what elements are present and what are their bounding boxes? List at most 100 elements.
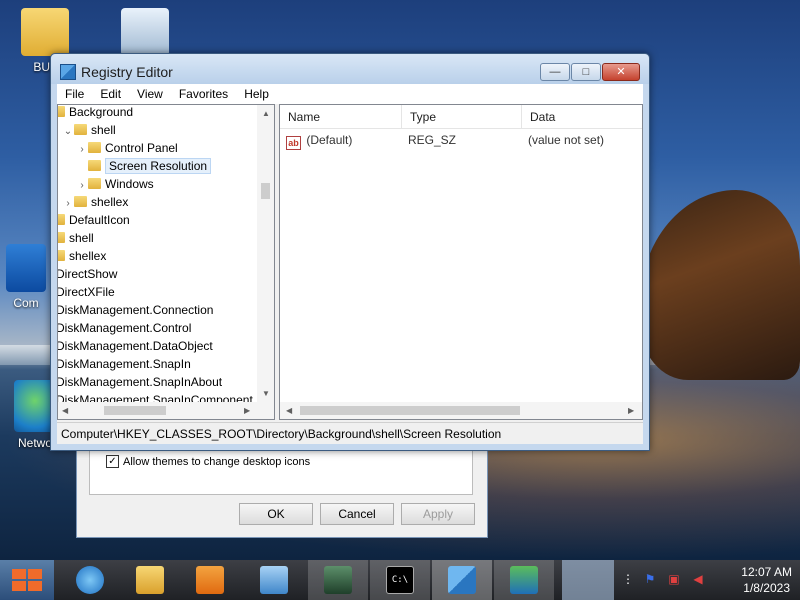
ok-button[interactable]: OK bbox=[239, 503, 313, 525]
tree-item-label: DiskManagement.Control bbox=[57, 321, 192, 335]
values-hscroll-thumb[interactable] bbox=[300, 406, 520, 415]
tree-item[interactable]: DirectShow bbox=[57, 265, 118, 283]
tree-item-label: shell bbox=[91, 123, 116, 137]
expand-toggle-icon[interactable]: ⌄ bbox=[62, 123, 74, 141]
folder-icon bbox=[74, 124, 87, 135]
tree-scroll-thumb[interactable] bbox=[261, 183, 270, 199]
column-header-name[interactable]: Name bbox=[280, 105, 402, 129]
allow-themes-checkbox[interactable]: ✓ bbox=[106, 455, 119, 468]
folder-icon bbox=[88, 142, 101, 153]
menu-favorites[interactable]: Favorites bbox=[171, 84, 236, 104]
tree-item-label: Screen Resolution bbox=[105, 158, 212, 174]
scroll-left-icon[interactable]: ◀ bbox=[286, 406, 292, 415]
tree-item[interactable]: DiskManagement.Connection bbox=[58, 301, 213, 319]
apply-button[interactable]: Apply bbox=[401, 503, 475, 525]
taskbar-registry-editor[interactable] bbox=[432, 560, 492, 600]
action-center-flag-icon[interactable]: ⚑ bbox=[642, 572, 658, 588]
scroll-up-icon[interactable]: ▲ bbox=[262, 109, 270, 118]
expand-toggle-icon[interactable]: › bbox=[76, 141, 88, 159]
scroll-right-icon[interactable]: ▶ bbox=[244, 406, 250, 415]
tree-item[interactable]: shellex bbox=[58, 247, 107, 265]
folder-icon bbox=[88, 160, 101, 171]
folder-icon bbox=[58, 106, 65, 117]
tree-item[interactable]: › shellex bbox=[62, 193, 128, 211]
tree-item-label: Windows bbox=[105, 177, 154, 191]
taskbar-media-player[interactable] bbox=[180, 560, 240, 600]
minimize-button[interactable]: — bbox=[540, 63, 570, 81]
taskbar-display-settings[interactable] bbox=[494, 560, 554, 600]
tree-item[interactable]: DiskManagement.SnapInAbout bbox=[57, 373, 223, 391]
title-bar[interactable]: Registry Editor — □ ✕ bbox=[51, 54, 649, 84]
tree-item[interactable]: DiskManagement.DataObject bbox=[57, 337, 213, 355]
tree-item-label: DiskManagement.SnapIn bbox=[57, 357, 191, 371]
tree-item[interactable]: › Control Panel bbox=[76, 139, 178, 159]
tree-hscroll-thumb[interactable] bbox=[104, 406, 166, 415]
expand-toggle-icon[interactable]: › bbox=[62, 195, 74, 213]
tree-item[interactable]: DiskManagement.SnapIn bbox=[57, 355, 191, 373]
taskbar-task-manager[interactable] bbox=[308, 560, 368, 600]
scroll-left-icon[interactable]: ◀ bbox=[62, 406, 68, 415]
network-icon[interactable]: ▣ bbox=[666, 572, 682, 588]
recycle-bin-icon bbox=[121, 8, 169, 56]
value-type: REG_SZ bbox=[408, 133, 457, 147]
tree-item-label: shellex bbox=[91, 195, 129, 209]
tree-vertical-scrollbar[interactable]: ▲ ▼ bbox=[257, 105, 274, 403]
menu-edit[interactable]: Edit bbox=[92, 84, 129, 104]
media-player-icon bbox=[196, 566, 224, 594]
status-bar-path: Computer\HKEY_CLASSES_ROOT\Directory\Bac… bbox=[57, 422, 643, 444]
tree-item[interactable]: › Windows bbox=[76, 175, 154, 195]
taskbar-internet-explorer[interactable] bbox=[60, 560, 120, 600]
windows-logo-icon bbox=[12, 569, 42, 591]
tree-item-label: Control Panel bbox=[105, 141, 178, 155]
command-prompt-icon: C:\ bbox=[386, 566, 414, 594]
tree-item-label: DirectXFile bbox=[57, 285, 115, 299]
taskbar: C:\ ⋮ ⚑ ▣ ◀ 12:07 AM 1/8/2023 bbox=[0, 560, 800, 600]
menu-file[interactable]: File bbox=[57, 84, 92, 104]
tree-item-label: DirectShow bbox=[57, 267, 118, 281]
tree-item[interactable]: Background bbox=[58, 105, 133, 121]
tree-item[interactable]: DirectXFile bbox=[57, 283, 115, 301]
taskbar-control-panel[interactable] bbox=[244, 560, 304, 600]
folder-icon bbox=[74, 196, 87, 207]
tree-item-label: shell bbox=[69, 231, 94, 245]
values-horizontal-scrollbar[interactable]: ◀ ▶ bbox=[280, 402, 642, 419]
clock[interactable]: 12:07 AM 1/8/2023 bbox=[741, 564, 792, 596]
column-header-data[interactable]: Data bbox=[522, 105, 642, 129]
tree-item[interactable]: Screen Resolution bbox=[76, 157, 212, 175]
taskbar-empty-slot[interactable] bbox=[562, 560, 614, 600]
desktop-icon-computer[interactable]: Com bbox=[2, 244, 50, 310]
desktop-icon-label: Com bbox=[13, 296, 39, 310]
registry-editor-window: Registry Editor — □ ✕ File Edit View Fav… bbox=[50, 53, 650, 451]
display-settings-icon bbox=[510, 566, 538, 594]
scroll-right-icon[interactable]: ▶ bbox=[628, 406, 634, 415]
tree-item-label: shellex bbox=[69, 249, 107, 263]
tree-item[interactable]: shell bbox=[58, 229, 94, 247]
cancel-button[interactable]: Cancel bbox=[320, 503, 394, 525]
taskbar-file-explorer[interactable] bbox=[120, 560, 180, 600]
tree-item[interactable]: DefaultIcon bbox=[58, 211, 130, 229]
column-header-type[interactable]: Type bbox=[402, 105, 522, 129]
folder-icon bbox=[88, 178, 101, 189]
tree-item-label: DiskManagement.SnapInAbout bbox=[57, 375, 223, 389]
maximize-button[interactable]: □ bbox=[571, 63, 601, 81]
computer-icon bbox=[6, 244, 46, 292]
value-row-default[interactable]: ab (Default) bbox=[286, 131, 353, 150]
system-tray: ⋮ ⚑ ▣ ◀ 12:07 AM 1/8/2023 bbox=[620, 560, 800, 600]
overflow-icon[interactable]: ⋮ bbox=[620, 572, 636, 588]
menu-help[interactable]: Help bbox=[236, 84, 277, 104]
start-button[interactable] bbox=[0, 560, 54, 600]
allow-themes-checkbox-row[interactable]: ✓ Allow themes to change desktop icons bbox=[106, 455, 310, 468]
expand-toggle-icon[interactable]: › bbox=[76, 177, 88, 195]
taskbar-command-prompt[interactable]: C:\ bbox=[370, 560, 430, 600]
tree-horizontal-scrollbar[interactable]: ◀ ▶ bbox=[58, 402, 274, 419]
volume-icon[interactable]: ◀ bbox=[690, 572, 706, 588]
scroll-down-icon[interactable]: ▼ bbox=[262, 389, 270, 398]
tree-item-label: DiskManagement.DataObject bbox=[57, 339, 213, 353]
tree-item[interactable]: ⌄ shell bbox=[62, 121, 116, 139]
registry-editor-icon bbox=[448, 566, 476, 594]
menu-view[interactable]: View bbox=[129, 84, 171, 104]
close-button[interactable]: ✕ bbox=[602, 63, 640, 81]
tree-item[interactable]: DiskManagement.Control bbox=[57, 319, 192, 337]
value-name: (Default) bbox=[306, 133, 353, 147]
string-value-icon: ab bbox=[286, 136, 301, 150]
